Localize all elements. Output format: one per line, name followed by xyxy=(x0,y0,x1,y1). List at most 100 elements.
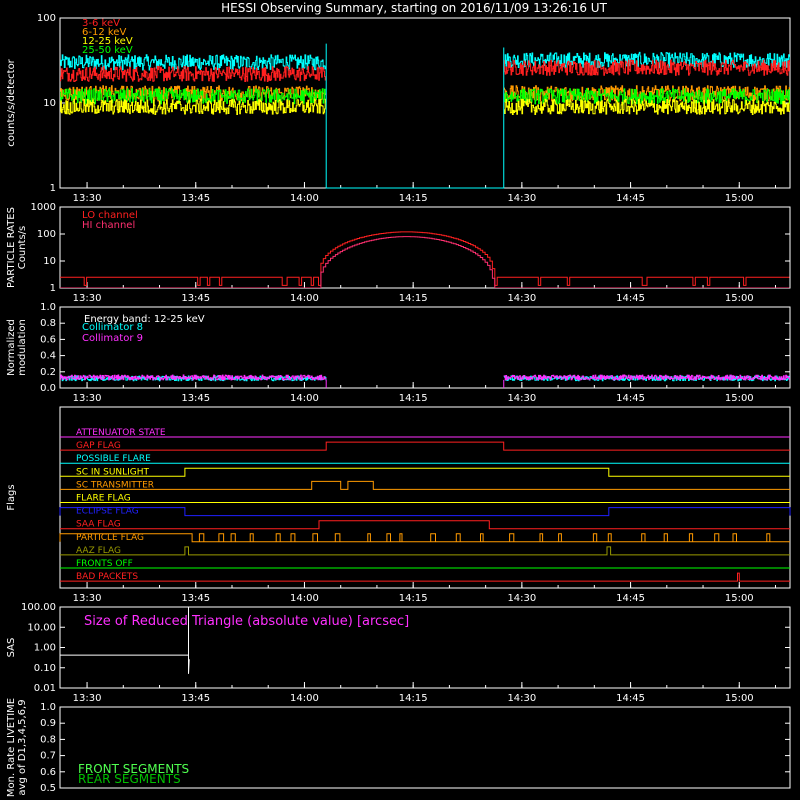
x-tick-label: 15:00 xyxy=(725,193,754,204)
x-tick-label: 15:00 xyxy=(725,693,754,704)
y-tick-label: 0.7 xyxy=(40,751,56,762)
x-tick-label: 14:45 xyxy=(616,593,645,604)
flag-label: AAZ FLAG xyxy=(76,546,121,556)
y-tick-label: 0.9 xyxy=(40,718,56,729)
y-tick-label: 1.0 xyxy=(40,302,56,313)
x-tick-label: 14:00 xyxy=(290,593,319,604)
flag-label: FLARE FLAG xyxy=(76,494,131,504)
x-tick-label: 13:45 xyxy=(181,393,210,404)
x-tick-label: 14:45 xyxy=(616,193,645,204)
legend-entry: REAR SEGMENTS xyxy=(78,772,181,786)
flag-label: FRONTS OFF xyxy=(76,559,133,569)
series-line-HI channel xyxy=(60,236,790,288)
y-tick-label: 0.10 xyxy=(34,663,56,674)
chart-title: HESSI Observing Summary, starting on 201… xyxy=(221,1,607,15)
y-axis-label: modulation xyxy=(17,319,28,376)
x-tick-label: 13:45 xyxy=(181,693,210,704)
x-tick-label: 14:45 xyxy=(616,293,645,304)
flag-label: SAA FLAG xyxy=(76,520,121,530)
x-tick-label: 14:00 xyxy=(290,193,319,204)
flag-label: PARTICLE FLAG xyxy=(76,533,144,543)
series-line-12-25 keV xyxy=(60,98,790,115)
particle-rates-frame xyxy=(59,206,791,289)
panels-group: 1 10 100 13:30 13:45 14:00 14:15 14:30 14:45 15:0… xyxy=(6,13,791,797)
y-tick-label: 100 xyxy=(37,13,56,24)
x-tick-label: 15:00 xyxy=(725,593,754,604)
x-tick-label: 14:15 xyxy=(399,693,428,704)
x-tick-label: 13:45 xyxy=(181,593,210,604)
y-tick-label: 0.0 xyxy=(40,383,56,394)
y-tick-label: 0.6 xyxy=(40,767,56,778)
x-tick-label: 14:30 xyxy=(507,593,536,604)
x-tick-label: 13:30 xyxy=(73,693,102,704)
flag-label: GAP FLAG xyxy=(76,441,121,451)
x-tick-label: 14:15 xyxy=(399,393,428,404)
flag-line-SC TRANSMITTER xyxy=(60,480,790,490)
x-tick-label: 14:15 xyxy=(399,293,428,304)
x-tick-label: 14:30 xyxy=(507,393,536,404)
flags-frame xyxy=(59,406,791,589)
y-tick-label: 100.00 xyxy=(21,602,56,613)
sas-annotation: Size of Reduced Triangle (absolute value… xyxy=(84,614,409,629)
x-tick-label: 14:15 xyxy=(399,593,428,604)
y-tick-label: 0.8 xyxy=(40,318,56,329)
x-tick-label: 14:30 xyxy=(507,293,536,304)
x-tick-label: 13:45 xyxy=(181,293,210,304)
y-tick-label: 1000 xyxy=(31,202,56,213)
y-tick-label: 1.0 xyxy=(40,702,56,713)
y-tick-label: 0.01 xyxy=(34,683,56,694)
x-tick-label: 13:45 xyxy=(181,193,210,204)
x-tick-label: 14:00 xyxy=(290,693,319,704)
y-tick-label: 1.00 xyxy=(34,643,56,654)
y-tick-label: 10 xyxy=(43,256,56,267)
gap-line xyxy=(325,43,505,189)
y-tick-label: 0.4 xyxy=(40,351,56,362)
x-tick-label: 15:00 xyxy=(725,393,754,404)
chart-figure: HESSI Observing Summary, starting on 201… xyxy=(6,1,791,797)
legend-entry: Collimator 9 xyxy=(82,333,143,344)
flag-line-BAD PACKETS xyxy=(60,572,790,582)
x-tick-label: 14:00 xyxy=(290,393,319,404)
y-tick-label: 0.8 xyxy=(40,734,56,745)
y-axis-label: counts/s/detector xyxy=(6,58,17,146)
legend-entry: Collimator 8 xyxy=(82,322,143,333)
flag-label: BAD PACKETS xyxy=(76,572,138,582)
x-tick-label: 14:15 xyxy=(399,193,428,204)
y-axis-label: Normalized xyxy=(6,319,17,376)
y-tick-label: 1 xyxy=(50,283,56,294)
y-tick-label: 0.2 xyxy=(40,367,56,378)
x-tick-label: 13:30 xyxy=(73,593,102,604)
x-tick-label: 15:00 xyxy=(725,293,754,304)
flag-line-GAP FLAG xyxy=(60,441,790,451)
flag-line-ECLIPSE FLAG xyxy=(59,507,791,517)
flag-line-SAA FLAG xyxy=(60,520,790,530)
x-tick-label: 14:30 xyxy=(507,193,536,204)
flag-label: ATTENUATOR STATE xyxy=(76,428,166,438)
x-tick-label: 14:45 xyxy=(616,693,645,704)
y-axis-label: avg of D1,3,4,5,6,9 xyxy=(17,699,28,795)
legend-entry: 25-50 keV xyxy=(82,45,133,56)
flag-label: SC TRANSMITTER xyxy=(76,480,154,490)
series-line-25-50 keV xyxy=(60,88,790,105)
flag-line-AAZ FLAG xyxy=(60,546,790,556)
y-tick-label: 0.6 xyxy=(40,334,56,345)
legend-entry: HI channel xyxy=(82,220,135,231)
x-tick-label: 14:00 xyxy=(290,293,319,304)
flag-line-PARTICLE FLAG xyxy=(59,533,790,543)
flag-label: SC IN SUNLIGHT xyxy=(76,467,150,477)
series-line-LO channel xyxy=(60,231,790,286)
x-tick-label: 13:30 xyxy=(73,393,102,404)
y-tick-label: 1 xyxy=(50,183,56,194)
flag-label: POSSIBLE FLARE xyxy=(76,454,151,464)
y-tick-label: 0.5 xyxy=(40,783,56,794)
y-tick-label: 10.00 xyxy=(27,622,56,633)
flag-label: ECLIPSE FLAG xyxy=(76,507,139,517)
flag-line-SC IN SUNLIGHT xyxy=(60,467,790,477)
y-tick-label: 100 xyxy=(37,229,56,240)
x-tick-label: 13:30 xyxy=(73,293,102,304)
x-tick-label: 13:30 xyxy=(73,193,102,204)
y-axis-label: PARTICLE RATES xyxy=(6,207,17,288)
y-tick-label: 10 xyxy=(43,98,56,109)
y-axis-label: SAS xyxy=(6,638,17,658)
y-axis-label: Mon. Rate LIVETIME xyxy=(6,698,17,797)
